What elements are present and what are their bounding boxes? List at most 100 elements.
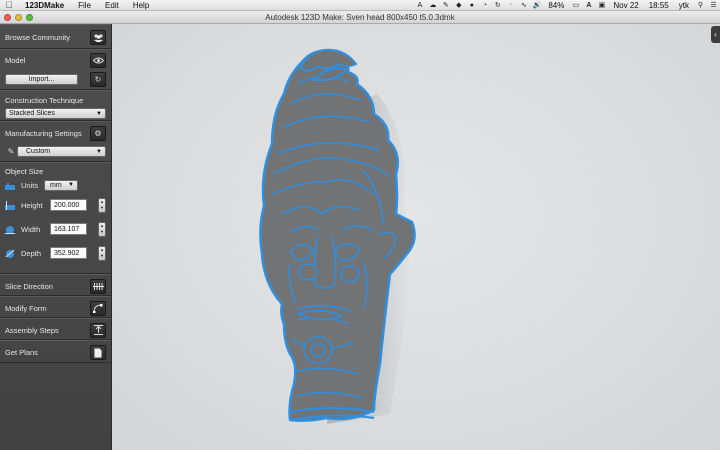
slice-direction-icon [92, 282, 104, 290]
edit-manufacturing-button[interactable]: ✎ [5, 146, 17, 157]
depth-icon [5, 249, 15, 258]
modify-form-section[interactable]: Modify Form [0, 296, 111, 318]
refresh-button[interactable]: ↻ [90, 71, 106, 87]
manufacturing-settings-header: Manufacturing Settings ⚙ [0, 122, 111, 144]
battery-percent[interactable]: 84% [543, 1, 569, 10]
window-title-bar[interactable]: Autodesk 123D Make: Sven head 800x450 t5… [0, 11, 720, 24]
get-plans-row[interactable]: Get Plans [0, 341, 111, 364]
construction-technique-header: Construction Technique [0, 91, 111, 106]
assembly-steps-section[interactable]: Assembly Steps [0, 318, 111, 340]
model-section: Model Import... ↻ [0, 49, 111, 90]
height-label: Height [21, 200, 43, 210]
menu-help[interactable]: Help [126, 1, 156, 10]
sidebar: Browse Community Model Import... ↻ Const… [0, 24, 112, 450]
screen-mirror-icon[interactable]: ▣ [595, 1, 608, 9]
menu-edit[interactable]: Edit [98, 1, 126, 10]
browse-community-row[interactable]: Browse Community [0, 25, 111, 50]
eye-icon [92, 57, 104, 63]
manufacturing-settings-button[interactable]: ⚙ [90, 125, 106, 141]
get-plans-button[interactable] [90, 345, 106, 360]
menubar-date[interactable]: Nov 22 [608, 1, 643, 10]
units-select[interactable]: mm ▼ [44, 179, 78, 191]
menubar-time[interactable]: 18:55 [644, 1, 674, 10]
get-plans-label: Get Plans [5, 348, 38, 357]
window-title: Autodesk 123D Make: Sven head 800x450 t5… [265, 12, 455, 22]
width-row: Width 163.107 ▲ ▼ [0, 217, 111, 241]
sliced-head-model[interactable] [112, 24, 720, 450]
menubar-user[interactable]: ytk [674, 1, 694, 10]
browse-community-button[interactable] [90, 30, 106, 45]
notification-center-icon[interactable]: ☰ [707, 1, 720, 9]
height-icon [5, 200, 15, 210]
evernote-icon[interactable]: ✎ [439, 1, 452, 9]
spotlight-icon[interactable]: ⚲ [694, 1, 707, 9]
construction-technique-select[interactable]: Stacked Slices ▼ [5, 108, 106, 119]
manufacturing-settings-row: ✎ Custom ▼ [0, 144, 111, 159]
construction-technique-row: Stacked Slices ▼ [0, 106, 111, 121]
input-source-icon[interactable]: A [582, 2, 595, 9]
assembly-steps-button[interactable] [90, 322, 106, 338]
status-area: A ☁ ✎ ◆ ● ◔ ↻ ᛫ ∿ 🔊 84% ▭ A ▣ Nov 22 18:… [413, 0, 720, 11]
modify-form-icon [93, 304, 103, 313]
units-row: Units mm ▼ [0, 177, 111, 193]
document-icon [94, 347, 102, 358]
width-input[interactable]: 163.107 [50, 223, 87, 235]
people-icon [93, 33, 103, 42]
collapse-panel-button[interactable]: ‹ [711, 26, 720, 43]
manufacturing-settings-select[interactable]: Custom ▼ [17, 146, 106, 157]
width-label: Width [21, 224, 41, 234]
apple-icon[interactable]:  [0, 0, 18, 10]
slice-direction-section[interactable]: Slice Direction [0, 274, 111, 296]
depth-input[interactable]: 352.902 [50, 247, 87, 259]
bluetooth-icon[interactable]: ᛫ [504, 2, 517, 9]
time-machine-icon[interactable]: ↻ [491, 1, 504, 9]
import-row: Import... ↻ [0, 70, 111, 88]
height-stepper[interactable]: ▲ ▼ [98, 197, 106, 213]
manufacturing-settings-label: Manufacturing Settings [5, 128, 82, 138]
visibility-button[interactable] [90, 52, 106, 68]
object-size-header: Object Size [0, 163, 111, 177]
units-label: Units [21, 180, 39, 190]
model-label: Model [5, 55, 26, 65]
volume-icon[interactable]: 🔊 [530, 1, 543, 9]
modify-form-label: Modify Form [5, 303, 47, 313]
menu-file[interactable]: File [71, 1, 98, 10]
pencil-icon: ✎ [7, 147, 15, 156]
depth-label: Depth [21, 248, 42, 258]
menu-app-name[interactable]: 123DMake [18, 1, 71, 10]
slice-direction-button[interactable] [90, 278, 106, 294]
width-stepper[interactable]: ▲ ▼ [98, 221, 106, 237]
model-row: Model [0, 50, 111, 70]
dropbox-icon[interactable]: ◆ [452, 1, 465, 9]
browse-community-section: Browse Community [0, 24, 111, 49]
slice-direction-row[interactable]: Slice Direction [0, 275, 111, 297]
wifi-icon[interactable]: ∿ [517, 1, 530, 9]
model-viewport[interactable]: ‹ [112, 24, 720, 450]
modify-form-row[interactable]: Modify Form [0, 297, 111, 319]
refresh-icon: ↻ [94, 74, 102, 84]
timer-icon[interactable]: ◔ [478, 2, 491, 9]
get-plans-section[interactable]: Get Plans [0, 340, 111, 363]
chevron-left-icon: ‹ [714, 30, 717, 39]
height-input[interactable]: 200.000 [50, 199, 87, 211]
construction-technique-value: Stacked Slices [9, 110, 55, 117]
gear-icon: ⚙ [94, 128, 102, 138]
chevron-down-icon: ▼ [96, 110, 102, 117]
construction-technique-section: Construction Technique Stacked Slices ▼ [0, 90, 111, 121]
assembly-steps-row[interactable]: Assembly Steps [0, 319, 111, 341]
creative-cloud-icon[interactable]: ☁ [426, 1, 439, 9]
construction-technique-label: Construction Technique [5, 96, 84, 105]
import-button[interactable]: Import... [5, 73, 78, 85]
depth-stepper[interactable]: ▲ ▼ [98, 245, 106, 261]
assembly-steps-icon [93, 325, 103, 335]
battery-icon[interactable]: ▭ [569, 1, 582, 9]
units-value: mm [50, 181, 62, 189]
units-icon [5, 181, 15, 190]
chevron-down-icon: ▼ [68, 182, 74, 188]
chevron-down-icon: ▼ [96, 148, 102, 155]
depth-row: Depth 352.902 ▲ ▼ [0, 241, 111, 265]
modify-form-button[interactable] [90, 300, 106, 316]
adobe-icon[interactable]: A [413, 2, 426, 9]
flux-icon[interactable]: ● [465, 2, 478, 9]
manufacturing-settings-section: Manufacturing Settings ⚙ ✎ Custom ▼ [0, 121, 111, 162]
